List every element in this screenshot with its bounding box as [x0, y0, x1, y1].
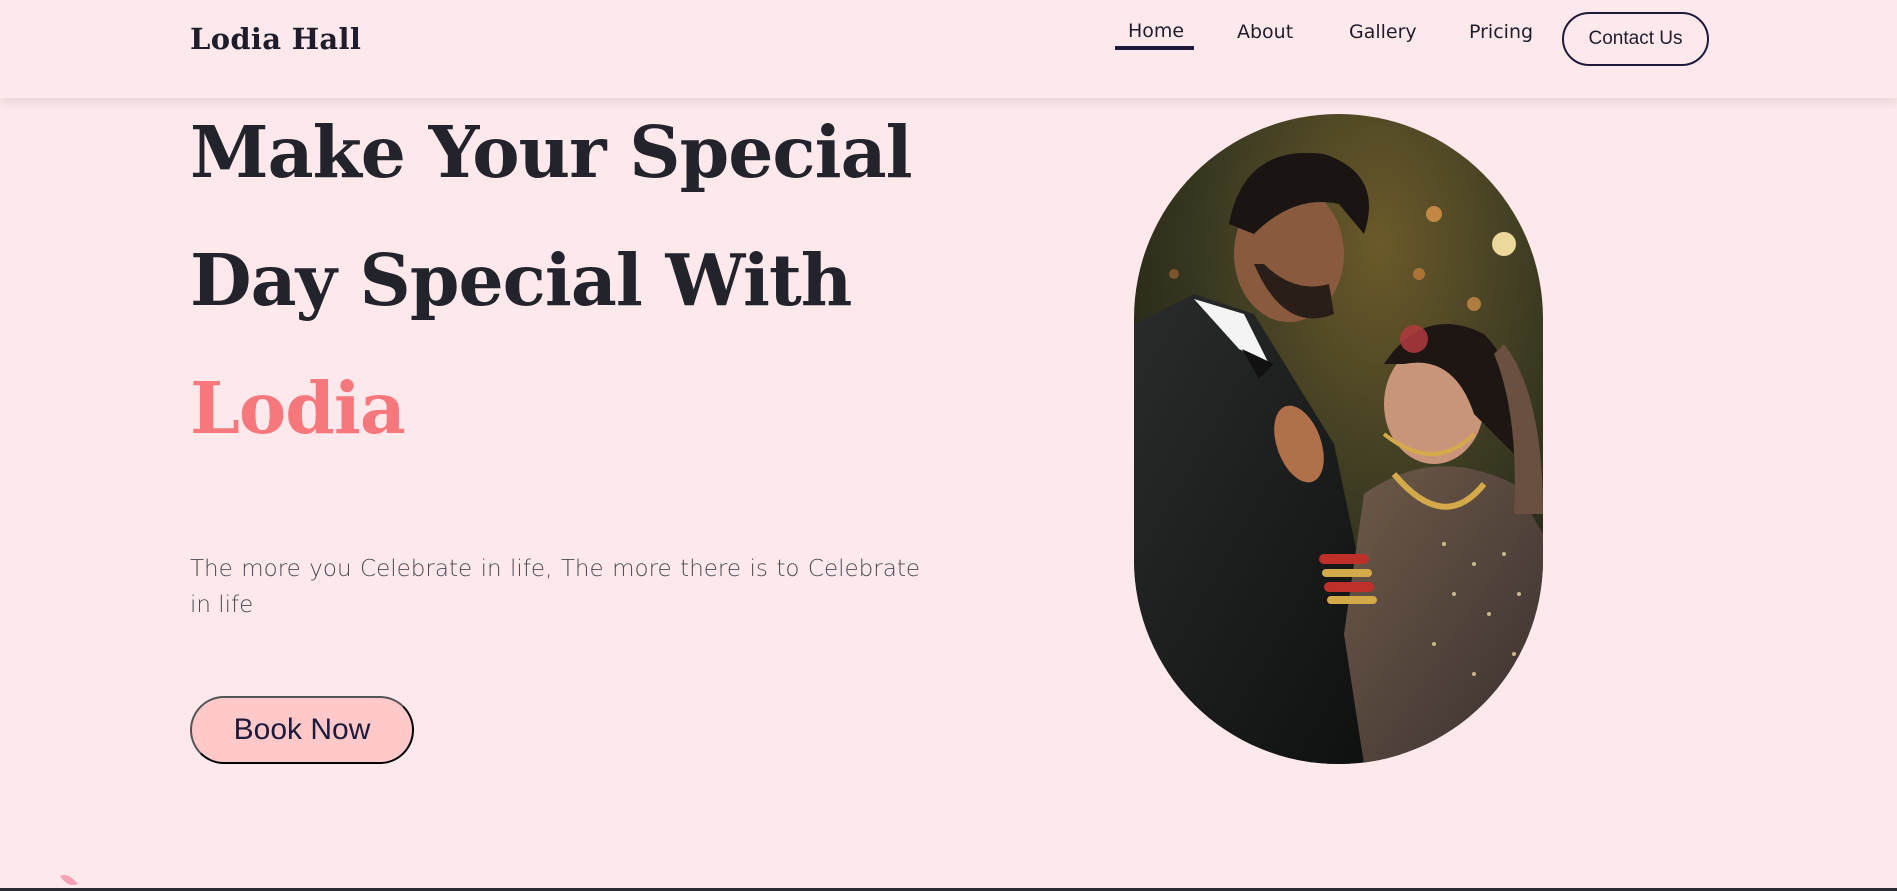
hero-tagline: The more you Celebrate in life, The more… [190, 556, 920, 618]
hero-headline-line-1: Make Your Special [190, 110, 913, 194]
navbar: Lodia Hall Home About Gallery Pricing Co… [0, 0, 1897, 98]
brand-logo[interactable]: Lodia Hall [190, 22, 361, 56]
nav-home[interactable]: Home [1128, 20, 1184, 42]
nav-pricing[interactable]: Pricing [1469, 21, 1533, 43]
nav-gallery[interactable]: Gallery [1349, 21, 1417, 43]
hero-headline-accent: Lodia [190, 366, 406, 450]
hero-headline-line-2: Day Special With [190, 238, 852, 322]
book-now-button[interactable]: Book Now [190, 696, 414, 764]
nav-about[interactable]: About [1237, 21, 1293, 43]
active-nav-underline [1115, 46, 1194, 50]
couple-photo [1134, 114, 1543, 764]
petal-icon [60, 875, 78, 885]
contact-us-button[interactable]: Contact Us [1562, 12, 1709, 66]
